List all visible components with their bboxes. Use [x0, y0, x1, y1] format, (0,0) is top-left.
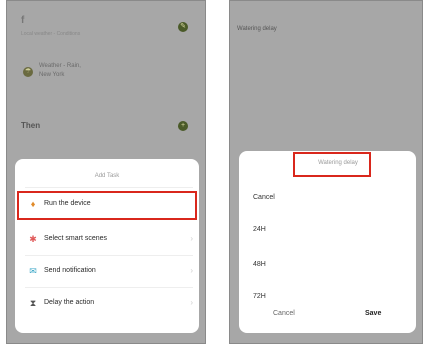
- phone-screen-right: Watering delay Watering delay Cancel 24H…: [229, 0, 423, 344]
- option-delay-action[interactable]: ⧗ Delay the action ›: [15, 291, 199, 317]
- option-label: Delay the action: [44, 299, 95, 306]
- edit-icon[interactable]: ✎: [178, 22, 188, 32]
- condition-line2: New York: [39, 72, 65, 78]
- condition-line1: Weather - Rain,: [39, 63, 81, 69]
- hourglass-icon: ⧗: [29, 298, 37, 308]
- heading-letter: f: [21, 15, 25, 26]
- picker-option-cancel[interactable]: Cancel: [253, 194, 275, 201]
- highlight-box-run-device: [17, 191, 197, 220]
- add-action-icon[interactable]: +: [178, 121, 188, 131]
- picker-option-72h[interactable]: 72H: [253, 293, 266, 298]
- option-label: Send notification: [44, 267, 96, 274]
- sheet-title: Add Task: [94, 173, 120, 179]
- condition-subtitle: Local weather - Conditions: [21, 31, 81, 37]
- divider: [25, 287, 193, 288]
- watering-delay-sheet: Watering delay Cancel 24H 48H 72H Cancel…: [239, 151, 416, 333]
- add-task-sheet: Add Task ♦ Run the device ✱ Select smart…: [15, 159, 199, 333]
- divider: [25, 255, 193, 256]
- header-title: Watering delay: [237, 26, 277, 32]
- option-smart-scenes[interactable]: ✱ Select smart scenes ›: [15, 227, 199, 253]
- picker-option-24h[interactable]: 24H: [253, 226, 266, 233]
- highlight-box-sheet-title: [293, 152, 371, 177]
- chevron-right-icon: ›: [190, 234, 193, 243]
- picker-option-48h[interactable]: 48H: [253, 261, 266, 268]
- chevron-right-icon: ›: [190, 298, 193, 307]
- option-send-notification[interactable]: ✉ Send notification ›: [15, 259, 199, 285]
- option-label: Select smart scenes: [44, 235, 108, 242]
- phone-screen-left: f Local weather - Conditions ✎ ☂ Weather…: [6, 0, 206, 344]
- then-label: Then: [21, 121, 41, 130]
- bell-icon: ✉: [29, 266, 37, 276]
- divider: [25, 187, 193, 188]
- weather-icon: ☂: [23, 67, 33, 77]
- chevron-right-icon: ›: [190, 266, 193, 275]
- save-button[interactable]: Save: [365, 310, 381, 317]
- scene-icon: ✱: [29, 234, 37, 244]
- cancel-button[interactable]: Cancel: [273, 310, 295, 317]
